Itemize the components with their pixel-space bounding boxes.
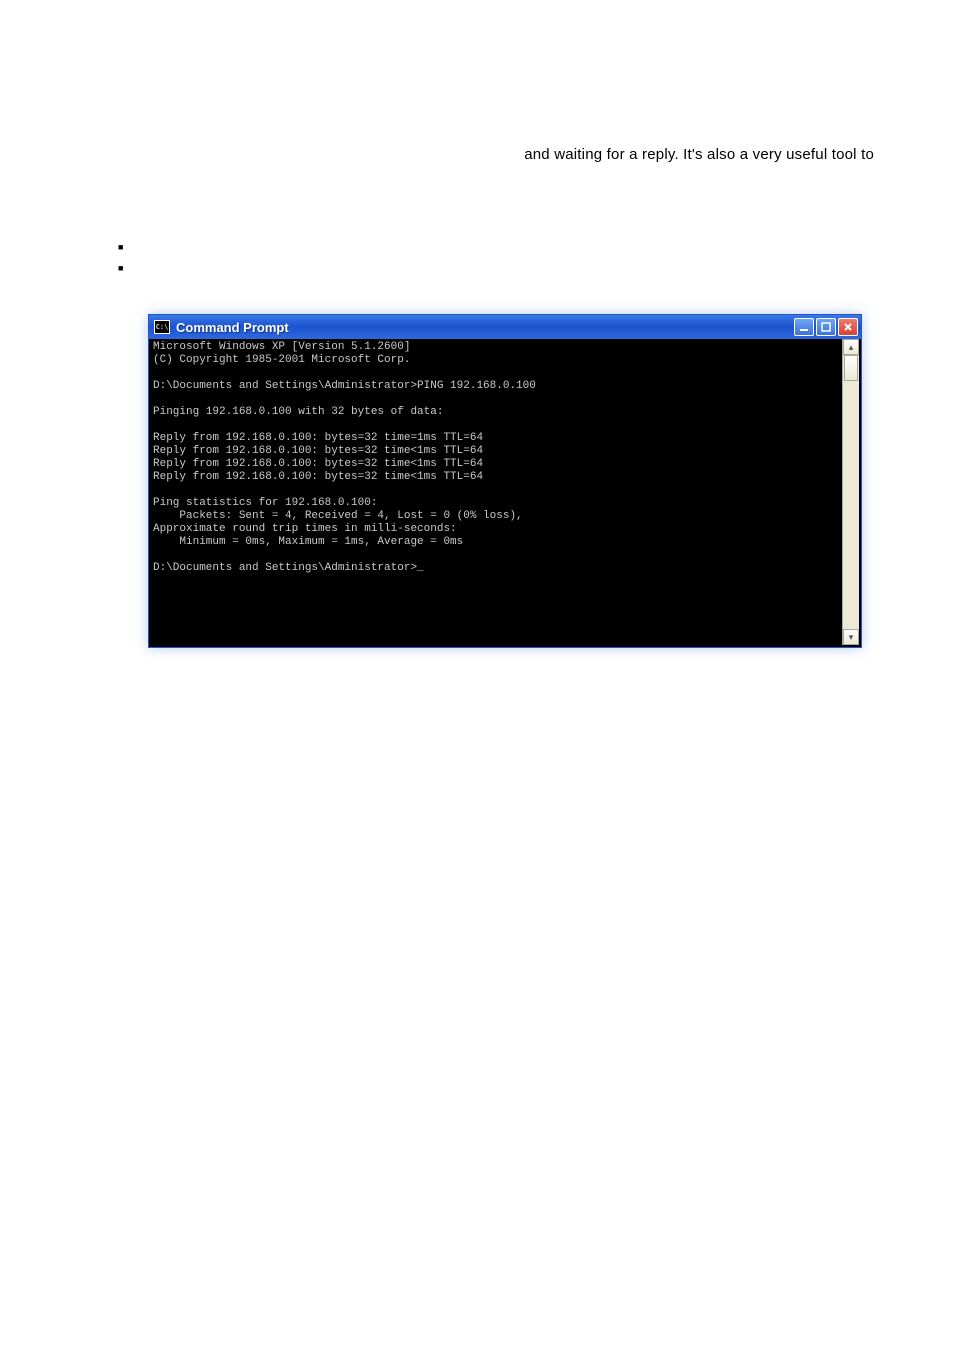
window-controls [794,318,858,336]
body-text-fragment: and waiting for a reply. It's also a ver… [524,146,874,163]
scroll-down-button[interactable]: ▾ [843,629,859,645]
list-item [118,260,136,277]
close-button[interactable] [838,318,858,336]
maximize-icon [821,322,831,332]
page: and waiting for a reply. It's also a ver… [0,0,954,1350]
terminal-output[interactable]: Microsoft Windows XP [Version 5.1.2600] … [151,339,842,645]
terminal-client-area: Microsoft Windows XP [Version 5.1.2600] … [151,339,859,645]
minimize-icon [799,322,809,332]
cmd-icon: C:\ [154,320,170,334]
scroll-up-button[interactable]: ▴ [843,339,859,355]
maximize-button[interactable] [816,318,836,336]
vertical-scrollbar[interactable]: ▴ ▾ [842,339,859,645]
close-icon [843,322,853,332]
minimize-button[interactable] [794,318,814,336]
scroll-track[interactable] [843,355,859,629]
scroll-thumb[interactable] [844,355,858,381]
command-prompt-window[interactable]: C:\ Command Prompt Microsoft Windows XP … [148,314,862,648]
window-title-bar[interactable]: C:\ Command Prompt [149,315,861,339]
list-item [118,239,136,256]
window-title: Command Prompt [176,320,289,335]
bullet-list [78,239,136,281]
